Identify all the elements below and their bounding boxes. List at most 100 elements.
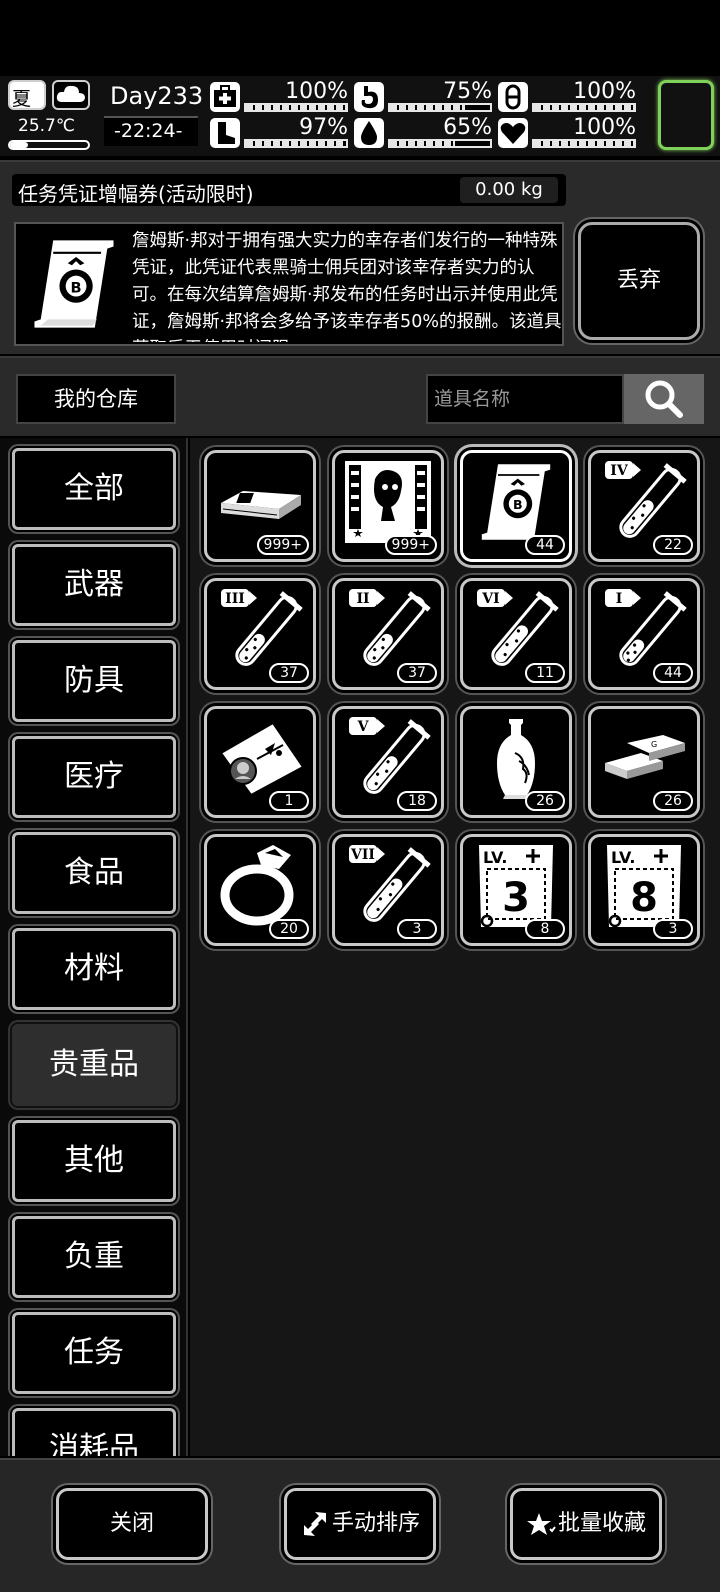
stomach-icon — [354, 82, 384, 112]
svg-text:G: G — [651, 740, 657, 749]
category-sidebar[interactable]: 全部 武器 防具 医疗 食品 材料 贵重品 其他 负重 任务 消耗品 — [0, 438, 188, 1456]
day-counter: Day233 — [110, 82, 204, 110]
item-slot[interactable]: G 26 — [588, 706, 700, 818]
item-description: 詹姆斯·邦对于拥有强大实力的幸存者们发行的一种特殊凭证，此凭证代表黑骑士佣兵团对… — [132, 231, 562, 342]
temperature-label: 25.7℃ — [18, 116, 75, 136]
thirst-stat: 65% — [354, 115, 492, 150]
health-stat: 100% — [210, 79, 348, 114]
tier-tag: VII — [349, 845, 385, 863]
item-count: 44 — [525, 535, 565, 555]
item-slot[interactable]: VI 11 — [460, 578, 572, 690]
category-food[interactable]: 食品 — [12, 832, 176, 914]
search-icon — [645, 380, 683, 418]
item-slot[interactable]: VII 3 — [332, 834, 444, 946]
medicine-bar-fill — [534, 105, 634, 110]
star-icon — [526, 1513, 556, 1535]
item-count: 37 — [397, 663, 437, 683]
thirst-bar-fill — [390, 141, 455, 146]
medicine-stat: 100% — [498, 79, 636, 114]
potion-v-icon: V — [349, 717, 431, 794]
medicine-value: 100% — [573, 79, 636, 104]
mood-stat: 100% — [498, 115, 636, 150]
item-count: 37 — [269, 663, 309, 683]
quick-slot-button[interactable] — [658, 80, 714, 150]
thirst-value: 65% — [443, 115, 492, 140]
health-value: 100% — [285, 79, 348, 104]
tier-label: III — [225, 591, 245, 607]
pill-icon — [498, 82, 528, 112]
item-count: 1 — [269, 791, 309, 811]
item-slot[interactable]: IV 22 — [588, 450, 700, 562]
tier-tag: II — [349, 589, 385, 607]
discard-button[interactable]: 丢弃 — [578, 222, 700, 340]
item-count: 26 — [525, 791, 565, 811]
category-materials[interactable]: 材料 — [12, 928, 176, 1010]
category-medical[interactable]: 医疗 — [12, 736, 176, 818]
category-weapons[interactable]: 武器 — [12, 544, 176, 626]
heart-icon — [498, 118, 528, 148]
item-slot[interactable]: 1 — [204, 706, 316, 818]
item-count: 18 — [397, 791, 437, 811]
item-title: 任务凭证增幅券(活动限时) — [18, 182, 254, 206]
hunger-bar-fill — [390, 105, 465, 110]
category-load[interactable]: 负重 — [12, 1216, 176, 1298]
tier-label: V — [357, 719, 370, 735]
voucher-scroll-icon: B — [481, 464, 551, 540]
cash-bundle-icon: $ — [221, 491, 301, 519]
temperature-readout: 25.7℃ — [8, 116, 92, 150]
potion-iv-icon: IV — [605, 461, 687, 538]
close-button[interactable]: 关闭 — [56, 1488, 208, 1560]
hunger-stat: 75% — [354, 79, 492, 114]
category-valuables[interactable]: 贵重品 — [12, 1024, 176, 1106]
category-quest[interactable]: 任务 — [12, 1312, 176, 1394]
stamina-bar — [244, 139, 348, 148]
warehouse-label: 我的仓库 — [16, 374, 176, 424]
search-button[interactable] — [624, 374, 704, 424]
category-consumables[interactable]: 消耗品 — [12, 1408, 176, 1456]
item-grid: $ 999+ 999+ B 44 IV 22 III 37 II 37 VI 1… — [190, 438, 720, 1456]
health-bar — [244, 103, 348, 112]
item-slot[interactable]: 999+ — [332, 450, 444, 562]
item-slot[interactable]: III 37 — [204, 578, 316, 690]
zombie-poster-icon — [345, 461, 431, 543]
status-bar: 夏 25.7℃ Day233 -22:24- 100% 75% 100% 97%… — [0, 76, 720, 156]
voucher-scroll-icon: B — [22, 230, 126, 338]
potion-ii-icon: II — [349, 589, 431, 666]
manual-sort-label: 手动排序 — [331, 1511, 420, 1536]
svg-text:B: B — [513, 497, 523, 512]
item-slot[interactable]: 20 — [204, 834, 316, 946]
item-weight: 0.00 kg — [460, 177, 558, 203]
item-count: 26 — [653, 791, 693, 811]
item-count: 20 — [269, 919, 309, 939]
item-slot[interactable]: LV. 3 8 — [460, 834, 572, 946]
category-all[interactable]: 全部 — [12, 448, 176, 530]
item-slot[interactable]: 26 — [460, 706, 572, 818]
batch-favorite-button[interactable]: 批量收藏 — [510, 1488, 662, 1560]
item-count: 44 — [653, 663, 693, 683]
tier-label: VI — [481, 591, 499, 607]
level-prefix: LV. — [483, 848, 507, 867]
season-badge: 夏 — [8, 80, 46, 110]
item-slot[interactable]: I 44 — [588, 578, 700, 690]
item-description-box: B 詹姆斯·邦对于拥有强大实力的幸存者们发行的一种特殊凭证，此凭证代表黑骑士佣兵… — [14, 222, 564, 346]
category-other[interactable]: 其他 — [12, 1120, 176, 1202]
manual-sort-button[interactable]: 手动排序 — [284, 1488, 436, 1560]
item-search-input[interactable] — [426, 374, 624, 424]
item-count: 22 — [653, 535, 693, 555]
level-number: 3 — [502, 875, 530, 921]
item-slot[interactable]: $ 999+ — [204, 450, 316, 562]
item-slot[interactable]: LV. 8 3 — [588, 834, 700, 946]
item-slot[interactable]: V 18 — [332, 706, 444, 818]
water-drop-icon — [354, 118, 384, 148]
item-slot-selected[interactable]: B 44 — [460, 450, 572, 562]
clock-box: -22:24- — [104, 116, 198, 146]
warehouse-bar: 我的仓库 — [0, 356, 720, 436]
medkit-icon — [210, 82, 240, 112]
item-title-bar: 任务凭证增幅券(活动限时) 0.00 kg — [12, 174, 566, 206]
medicine-bar — [532, 103, 636, 112]
item-slot[interactable]: II 37 — [332, 578, 444, 690]
thermometer-icon — [8, 140, 90, 150]
clock-time: -22:24- — [114, 120, 183, 142]
boot-icon — [210, 118, 240, 148]
category-armor[interactable]: 防具 — [12, 640, 176, 722]
